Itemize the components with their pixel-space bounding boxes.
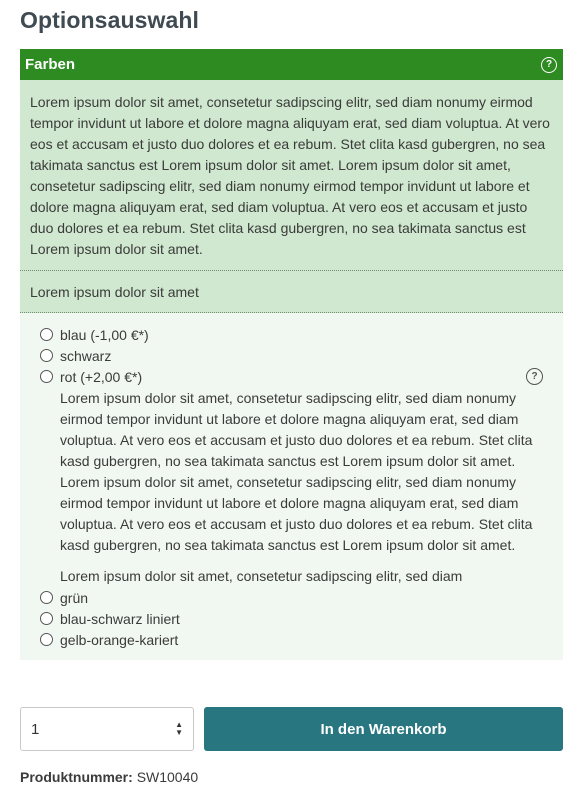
option-group-title: Farben — [25, 56, 76, 73]
option-label: blau-schwarz liniert — [60, 610, 180, 627]
radio-button[interactable] — [40, 633, 53, 646]
chevron-up-down-icon: ▲ ▼ — [175, 720, 183, 737]
add-to-cart-button[interactable]: In den Warenkorb — [204, 707, 563, 751]
option-rot[interactable]: rot (+2,00 €*) ? — [40, 366, 543, 387]
radio-button[interactable] — [40, 612, 53, 625]
help-icon[interactable]: ? — [526, 368, 543, 385]
product-number: Produktnummer: SW10040 — [20, 769, 198, 785]
quantity-select[interactable]: 1 ▲ ▼ — [20, 707, 194, 751]
page-title: Optionsauswahl — [20, 7, 200, 33]
option-label: schwarz — [60, 347, 112, 364]
help-icon[interactable]: ? — [541, 56, 557, 73]
option-label: gelb-orange-kariert — [60, 631, 179, 648]
option-rot-subdescription: Lorem ipsum dolor sit amet, consetetur s… — [60, 568, 463, 584]
option-blau-schwarz-liniert[interactable]: blau-schwarz liniert — [40, 608, 543, 629]
option-group-header: Farben ? — [20, 49, 563, 80]
radio-button[interactable] — [40, 328, 53, 341]
product-number-label: Produktnummer: — [20, 769, 133, 785]
option-group-description: Lorem ipsum dolor sit amet, consetetur s… — [20, 80, 563, 271]
radio-button[interactable] — [40, 591, 53, 604]
option-group-panel: Farben ? Lorem ipsum dolor sit amet, con… — [20, 49, 563, 660]
radio-button[interactable] — [40, 370, 53, 383]
options-list: blau (-1,00 €*) schwarz rot (+2,00 €*) ?… — [20, 313, 563, 660]
option-group-subdescription: Lorem ipsum dolor sit amet — [20, 271, 563, 313]
option-gelb-orange-kariert[interactable]: gelb-orange-kariert — [40, 629, 543, 650]
option-schwarz[interactable]: schwarz — [40, 345, 543, 366]
option-label: rot (+2,00 €*) — [60, 368, 143, 385]
option-label: blau (-1,00 €*) — [60, 326, 149, 343]
quantity-value: 1 — [31, 720, 40, 738]
option-label: grün — [60, 589, 89, 606]
buy-box: 1 ▲ ▼ In den Warenkorb — [20, 707, 563, 751]
radio-button[interactable] — [40, 349, 53, 362]
product-number-value: SW10040 — [136, 769, 199, 785]
option-blau[interactable]: blau (-1,00 €*) — [40, 324, 543, 345]
option-rot-description: Lorem ipsum dolor sit amet, consetetur s… — [60, 390, 533, 553]
option-gruen[interactable]: grün — [40, 587, 543, 608]
